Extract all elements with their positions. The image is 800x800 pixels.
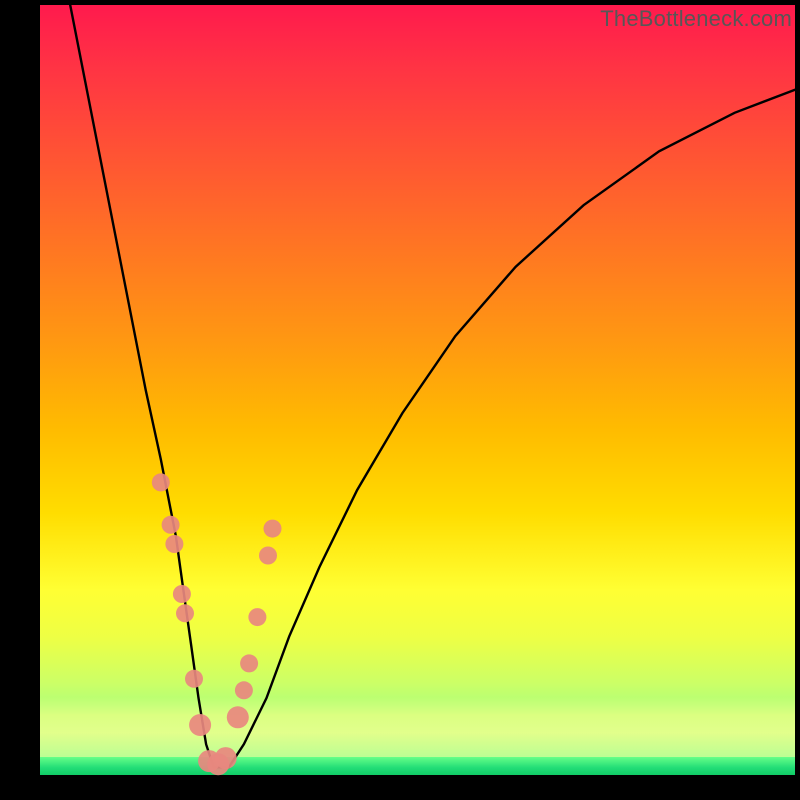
marker-dot	[215, 747, 237, 769]
marker-dot	[176, 604, 194, 622]
marker-dot	[248, 608, 266, 626]
marker-dot	[152, 473, 170, 491]
marker-dot	[162, 516, 180, 534]
plot-area	[40, 5, 795, 775]
curve-layer	[40, 5, 795, 775]
marker-dot	[264, 520, 282, 538]
bottleneck-curve	[70, 5, 795, 767]
marker-dot	[165, 535, 183, 553]
marker-dot	[227, 706, 249, 728]
chart-frame: TheBottleneck.com	[0, 0, 800, 800]
highlighted-points	[152, 473, 282, 775]
marker-dot	[240, 654, 258, 672]
marker-dot	[185, 670, 203, 688]
marker-dot	[189, 714, 211, 736]
marker-dot	[259, 547, 277, 565]
marker-dot	[173, 585, 191, 603]
watermark-text: TheBottleneck.com	[600, 6, 792, 32]
marker-dot	[235, 681, 253, 699]
